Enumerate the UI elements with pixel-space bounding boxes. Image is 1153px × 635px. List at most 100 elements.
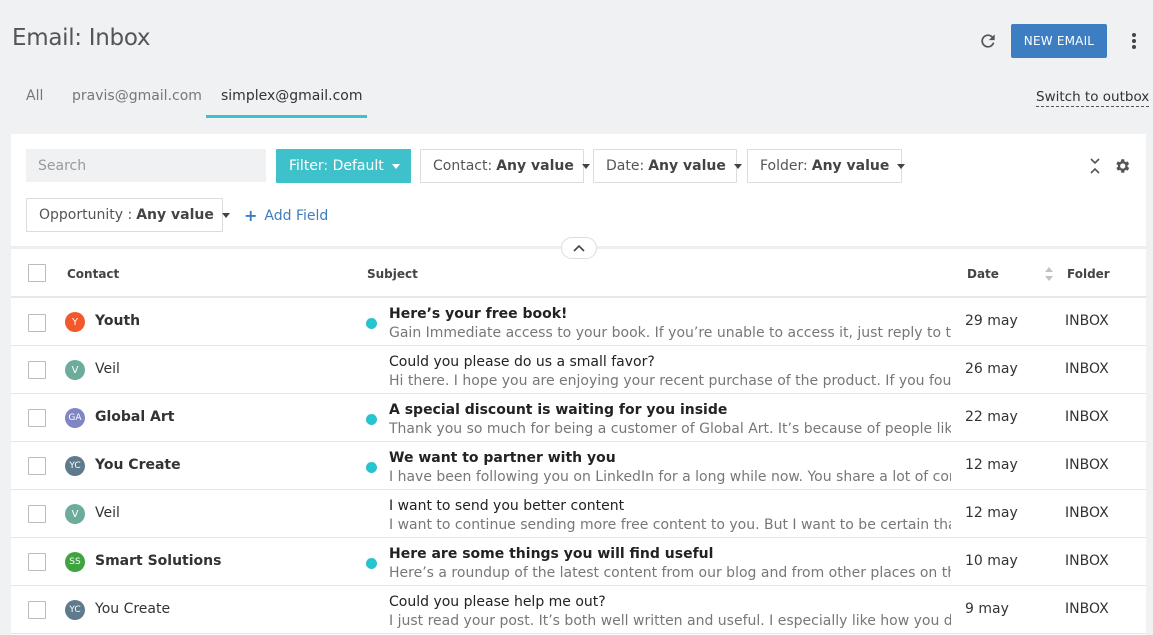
avatar: V [65, 504, 85, 524]
email-snippet: Gain Immediate access to your book. If y… [389, 325, 951, 341]
subject-cell[interactable]: Could you please do us a small favor? Hi… [389, 352, 951, 391]
email-snippet: Here’s a roundup of the latest content f… [389, 565, 951, 581]
subject-cell[interactable]: Could you please help me out? I just rea… [389, 592, 951, 631]
email-subject: Here are some things you will find usefu… [389, 546, 714, 562]
column-header-folder[interactable]: Folder [1067, 267, 1110, 281]
row-checkbox[interactable] [28, 505, 46, 523]
contact-name[interactable]: Global Art [95, 409, 174, 425]
contact-name[interactable]: You Create [95, 601, 170, 617]
new-email-button[interactable]: NEW EMAIL [1011, 24, 1107, 58]
subject-cell[interactable]: Here’s your free book! Gain Immediate ac… [389, 304, 951, 343]
table-row[interactable]: YC You Create Could you please help me o… [11, 586, 1146, 634]
email-snippet: I just read your post. It’s both well wr… [389, 613, 951, 629]
email-snippet: I want to continue sending more free con… [389, 517, 951, 533]
table-row[interactable]: SS Smart Solutions Here are some things … [11, 538, 1146, 586]
avatar: YC [65, 456, 85, 476]
chevron-down-icon [581, 163, 590, 169]
avatar: V [65, 360, 85, 380]
unread-dot-icon [366, 414, 377, 425]
date-filter-value: Any value [648, 158, 726, 174]
column-header-date[interactable]: Date [967, 267, 999, 281]
sort-icon[interactable] [1044, 266, 1054, 282]
opportunity-filter-value: Any value [136, 207, 214, 223]
table-header: Contact Subject Date Folder [11, 249, 1146, 298]
email-date: 29 may [965, 313, 1018, 329]
table-row[interactable]: Y Youth Here’s your free book! Gain Imme… [11, 298, 1146, 346]
email-folder: INBOX [1065, 601, 1109, 617]
email-subject: Could you please help me out? [389, 594, 606, 610]
table-row[interactable]: V Veil I want to send you better content… [11, 490, 1146, 538]
add-field-button[interactable]: + Add Field [244, 206, 328, 225]
email-date: 22 may [965, 409, 1018, 425]
tab-simplex[interactable]: simplex@gmail.com [206, 78, 367, 118]
refresh-button[interactable] [976, 29, 1000, 53]
row-checkbox[interactable] [28, 457, 46, 475]
table-row[interactable]: YC You Create We want to partner with yo… [11, 442, 1146, 490]
row-checkbox[interactable] [28, 361, 46, 379]
email-folder: INBOX [1065, 361, 1109, 377]
opportunity-filter-dropdown[interactable]: Opportunity : Any value [26, 198, 230, 232]
email-date: 12 may [965, 505, 1018, 521]
folder-filter-value: Any value [811, 158, 890, 174]
email-folder: INBOX [1065, 409, 1109, 425]
email-subject: A special discount is waiting for you in… [389, 402, 728, 418]
column-header-contact[interactable]: Contact [67, 267, 119, 281]
email-date: 9 may [965, 601, 1009, 617]
inbox-panel: Filter: Default Contact:Any value Date:A… [11, 134, 1146, 635]
date-filter-dropdown[interactable]: Date: Any value [593, 149, 742, 183]
page-title: Email: Inbox [12, 25, 151, 51]
tab-all[interactable]: All [26, 78, 43, 118]
subject-cell[interactable]: I want to send you better content I want… [389, 496, 951, 535]
filter-default-label: Filter: Default [289, 158, 384, 174]
date-filter-label: Date: [606, 158, 645, 174]
subject-cell[interactable]: A special discount is waiting for you in… [389, 400, 951, 439]
avatar: GA [65, 408, 85, 428]
column-header-subject[interactable]: Subject [367, 267, 418, 281]
contact-name[interactable]: Smart Solutions [95, 553, 221, 569]
avatar: Y [65, 312, 85, 332]
select-all-checkbox[interactable] [28, 264, 46, 282]
chevron-down-icon [391, 163, 400, 169]
email-snippet: Thank you so much for being a customer o… [389, 421, 951, 437]
email-date: 26 may [965, 361, 1018, 377]
unread-dot-icon [366, 558, 377, 569]
table-row[interactable]: V Veil Could you please do us a small fa… [11, 346, 1146, 394]
more-options-button[interactable] [1124, 30, 1144, 52]
email-subject: I want to send you better content [389, 498, 625, 514]
email-subject: We want to partner with you [389, 450, 616, 466]
contact-name[interactable]: You Create [95, 457, 181, 473]
row-checkbox[interactable] [28, 553, 46, 571]
row-checkbox[interactable] [28, 314, 46, 332]
switch-to-outbox-link[interactable]: Switch to outbox [1036, 89, 1150, 107]
add-field-label: Add Field [264, 207, 329, 224]
contact-name[interactable]: Youth [95, 313, 140, 329]
contact-name[interactable]: Veil [95, 361, 120, 377]
contact-name[interactable]: Veil [95, 505, 120, 521]
subject-cell[interactable]: We want to partner with you I have been … [389, 448, 951, 487]
refresh-icon [981, 34, 995, 48]
collapse-arrows-icon[interactable] [1088, 157, 1102, 175]
unread-dot-icon [366, 462, 377, 473]
more-vertical-icon [1132, 33, 1136, 49]
avatar: SS [65, 552, 85, 572]
subject-cell[interactable]: Here are some things you will find usefu… [389, 544, 951, 583]
row-checkbox[interactable] [28, 601, 46, 619]
email-snippet: I have been following you on LinkedIn fo… [389, 469, 951, 485]
chevron-down-icon [221, 212, 230, 218]
search-input[interactable] [26, 149, 266, 182]
email-folder: INBOX [1065, 457, 1109, 473]
contact-filter-value: Any value [496, 158, 574, 174]
avatar: YC [65, 600, 85, 620]
email-subject: Could you please do us a small favor? [389, 354, 655, 370]
email-subject: Here’s your free book! [389, 306, 568, 322]
gear-icon[interactable] [1113, 157, 1131, 175]
chevron-down-icon [897, 163, 906, 169]
chevron-down-icon [733, 163, 742, 169]
folder-filter-dropdown[interactable]: Folder: Any value [747, 149, 906, 183]
table-row[interactable]: GA Global Art A special discount is wait… [11, 394, 1146, 442]
filter-default-dropdown[interactable]: Filter: Default [276, 149, 411, 183]
row-checkbox[interactable] [28, 409, 46, 427]
tab-pravis[interactable]: pravis@gmail.com [72, 78, 202, 118]
email-snippet: Hi there. I hope you are enjoying your r… [389, 373, 951, 389]
contact-filter-dropdown[interactable]: Contact: Any value [420, 149, 590, 183]
